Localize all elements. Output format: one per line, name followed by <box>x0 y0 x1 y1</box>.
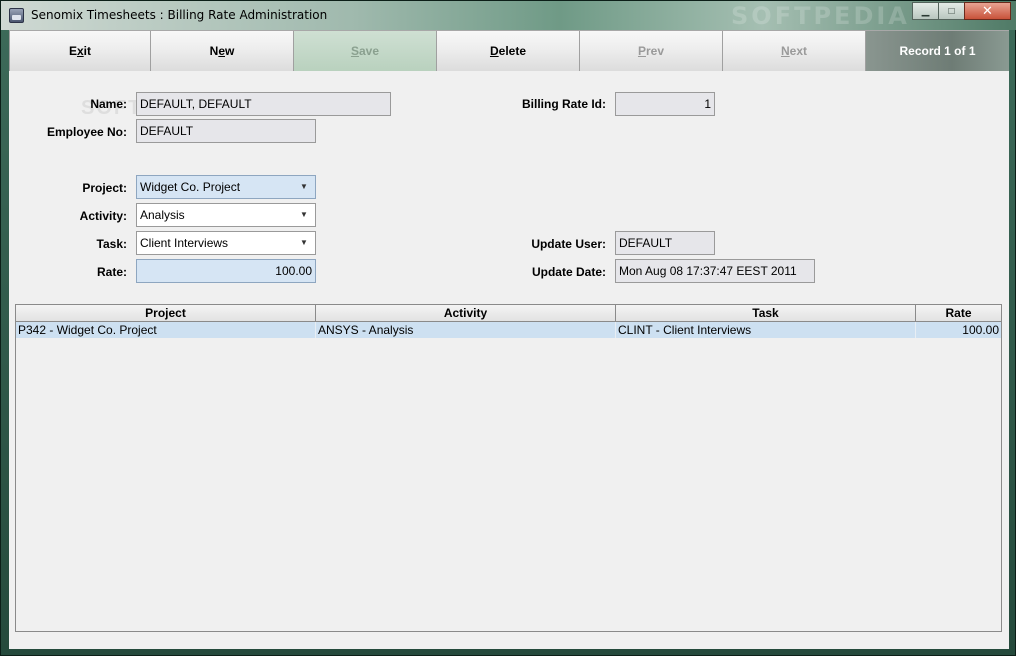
billing-rates-table[interactable]: Project Activity Task Rate P342 - Widget… <box>15 304 1002 632</box>
billing-rate-id-label: Billing Rate Id: <box>522 97 606 111</box>
save-button[interactable]: Save <box>294 31 437 71</box>
cell-task: CLINT - Client Interviews <box>616 322 916 338</box>
mnemonic-letter: N <box>780 44 790 58</box>
mnemonic-letter: e <box>218 44 225 58</box>
maximize-button[interactable]: □ <box>938 2 965 20</box>
cell-project: P342 - Widget Co. Project <box>16 322 316 338</box>
update-user-label: Update User: <box>531 237 606 251</box>
close-button[interactable]: ✕ <box>964 2 1011 20</box>
task-select-value: Client Interviews <box>140 236 229 250</box>
table-row[interactable]: P342 - Widget Co. Project ANSYS - Analys… <box>16 322 1001 338</box>
title-bar[interactable]: Senomix Timesheets : Billing Rate Admini… <box>1 1 1016 30</box>
exit-button[interactable]: Ex it <box>9 31 151 71</box>
window-controls: ▁ □ ✕ <box>912 2 1011 20</box>
cell-activity: ANSYS - Analysis <box>316 322 616 338</box>
name-field[interactable]: DEFAULT, DEFAULT <box>136 92 391 116</box>
button-label-part: N <box>209 44 219 58</box>
button-label-part: elete <box>498 44 527 58</box>
chevron-down-icon[interactable]: ▼ <box>295 206 313 224</box>
project-select[interactable]: Widget Co. Project ▼ <box>136 175 316 199</box>
maximize-icon: □ <box>948 5 955 17</box>
billing-rate-id-field[interactable]: 1 <box>615 92 715 116</box>
button-label-part: w <box>225 44 235 58</box>
column-header-activity[interactable]: Activity <box>316 305 616 321</box>
task-select[interactable]: Client Interviews ▼ <box>136 231 316 255</box>
task-label: Task: <box>96 237 127 251</box>
toolbar: Ex it New Save Delete Prev Next Record 1 … <box>9 30 1009 71</box>
activity-label: Activity: <box>79 209 127 223</box>
mnemonic-letter: D <box>489 44 499 58</box>
table-header: Project Activity Task Rate <box>16 305 1001 322</box>
next-button[interactable]: Next <box>723 31 866 71</box>
delete-button[interactable]: Delete <box>437 31 580 71</box>
rate-field[interactable]: 100.00 <box>136 259 316 283</box>
close-icon: ✕ <box>982 3 993 18</box>
update-date-field[interactable]: Mon Aug 08 17:37:47 EEST 2011 <box>615 259 815 283</box>
column-header-project[interactable]: Project <box>16 305 316 321</box>
content-panel: SOFTPEDIA Name: DEFAULT, DEFAULT Employe… <box>9 71 1009 649</box>
rate-label: Rate: <box>96 265 127 279</box>
button-label-part: ave <box>358 44 380 58</box>
prev-button[interactable]: Prev <box>580 31 723 71</box>
column-header-task[interactable]: Task <box>616 305 916 321</box>
activity-select-value: Analysis <box>140 208 185 222</box>
chevron-down-icon[interactable]: ▼ <box>295 178 313 196</box>
window-title: Senomix Timesheets : Billing Rate Admini… <box>31 8 328 22</box>
watermark: SOFTPEDIA <box>731 2 910 30</box>
mnemonic-letter: P <box>637 44 646 58</box>
update-user-field[interactable]: DEFAULT <box>615 231 715 255</box>
minimize-button[interactable]: ▁ <box>912 2 939 20</box>
chevron-down-icon[interactable]: ▼ <box>295 234 313 252</box>
column-header-rate[interactable]: Rate <box>916 305 1001 321</box>
employee-no-field[interactable]: DEFAULT <box>136 119 316 143</box>
app-icon <box>9 8 24 23</box>
button-label-part: ext <box>789 44 807 58</box>
name-label: Name: <box>90 97 127 111</box>
employee-no-label: Employee No: <box>46 125 127 139</box>
project-label: Project: <box>82 181 127 195</box>
mnemonic-letter: S <box>350 44 359 58</box>
minimize-icon: ▁ <box>921 5 930 17</box>
activity-select[interactable]: Analysis ▼ <box>136 203 316 227</box>
button-label-part: rev <box>645 44 665 58</box>
mnemonic-letter: x <box>76 44 84 58</box>
new-button[interactable]: New <box>151 31 294 71</box>
project-select-value: Widget Co. Project <box>140 180 241 194</box>
button-label-part: it <box>83 44 92 58</box>
app-window: Senomix Timesheets : Billing Rate Admini… <box>0 0 1016 656</box>
button-label-part: E <box>68 44 77 58</box>
update-date-label: Update Date: <box>531 265 606 279</box>
cell-rate: 100.00 <box>962 323 999 337</box>
record-indicator: Record 1 of 1 <box>866 31 1009 71</box>
